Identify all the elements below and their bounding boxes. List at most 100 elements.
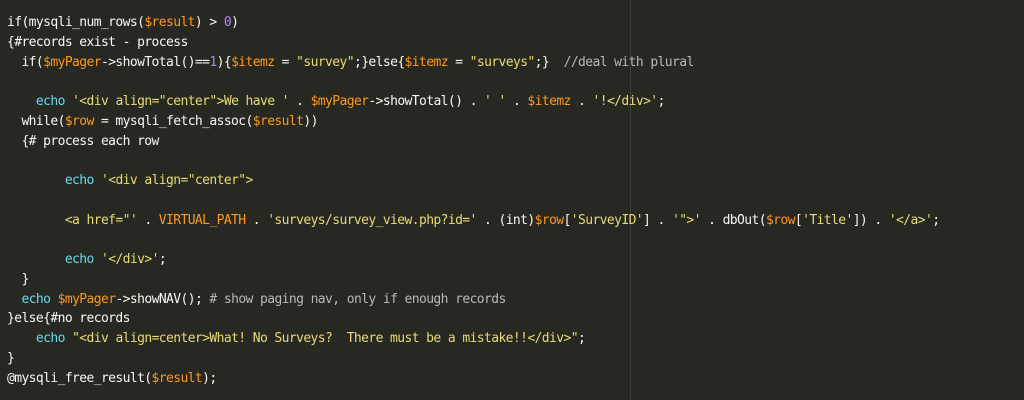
string-token: '</div>' bbox=[100, 252, 159, 267]
code-text: ->showTotal()== bbox=[100, 54, 210, 70]
code-line: echo $myPager->showNAV(); # show paging … bbox=[7, 290, 939, 310]
string-token: '!</div>' bbox=[592, 94, 658, 109]
variable-token: $row bbox=[765, 212, 796, 228]
string-token: "<div align=center>What! No Surveys? The… bbox=[72, 331, 578, 346]
string-token: '<div align="center">We have ' bbox=[72, 94, 289, 109]
code-text: . bbox=[570, 94, 593, 109]
code-content[interactable]: if(mysqli_num_rows($result) > 0) {#record… bbox=[7, 13, 940, 389]
keyword-token: echo bbox=[35, 331, 66, 346]
code-text: . bbox=[137, 212, 159, 228]
code-line: } bbox=[7, 270, 939, 290]
number-token: 1 bbox=[209, 54, 217, 70]
code-text: if( bbox=[7, 54, 44, 70]
string-token: 'Title' bbox=[802, 212, 853, 228]
code-text: ] . bbox=[643, 212, 672, 228]
variable-token: $itemz bbox=[527, 94, 571, 109]
code-text: = mysqli_fetch_assoc( bbox=[93, 113, 253, 129]
code-line: echo '</div>'; bbox=[7, 250, 939, 270]
code-line: <a href="' . VIRTUAL_PATH . 'surveys/sur… bbox=[7, 211, 940, 231]
code-text: ;} bbox=[534, 54, 564, 70]
variable-token: $myPager bbox=[43, 54, 101, 70]
code-text: ) bbox=[231, 15, 239, 30]
string-token: "survey" bbox=[296, 54, 354, 70]
variable-token: $result bbox=[144, 15, 195, 30]
code-text: . bbox=[288, 94, 311, 109]
code-line: echo '<div align="center">We have ' . $m… bbox=[7, 92, 939, 112]
string-token: ' ' bbox=[484, 94, 506, 109]
code-line: echo "<div align=center>What! No Surveys… bbox=[7, 329, 939, 349]
string-token: '</a>' bbox=[888, 212, 933, 228]
variable-token: $itemz bbox=[404, 54, 449, 70]
code-text: ->showTotal() . bbox=[368, 94, 485, 109]
keyword-token: echo bbox=[64, 173, 95, 188]
variable-token: $myPager bbox=[310, 94, 369, 109]
string-token: 'surveys/survey_view.php?id=' bbox=[267, 212, 477, 228]
code-line: {#records exist - process bbox=[7, 33, 939, 53]
code-text: ){ bbox=[216, 54, 232, 70]
variable-token: $row bbox=[64, 113, 95, 129]
code-text: = bbox=[447, 54, 470, 70]
code-text: if(mysqli_num_rows( bbox=[7, 15, 145, 30]
code-text: ; bbox=[577, 331, 586, 346]
string-token: "surveys" bbox=[469, 54, 536, 70]
comment-token: # show paging nav, only if enough record… bbox=[209, 291, 506, 307]
code-line: while($row = mysqli_fetch_assoc($result)… bbox=[7, 112, 939, 132]
code-text: ; bbox=[657, 94, 666, 109]
code-line: {# process each row bbox=[7, 132, 939, 152]
code-text: {# process each row bbox=[7, 133, 159, 149]
code-text: = bbox=[274, 54, 297, 70]
code-text: . bbox=[505, 94, 528, 109]
code-text: @mysqli_free_result( bbox=[7, 370, 152, 386]
variable-token: $row bbox=[534, 212, 565, 228]
code-text: ); bbox=[202, 370, 217, 386]
code-text: ;}else{ bbox=[353, 54, 405, 70]
code-line: @mysqli_free_result($result); bbox=[7, 369, 939, 389]
code-text: } bbox=[7, 271, 29, 287]
variable-token: $myPager bbox=[57, 291, 116, 307]
keyword-token: echo bbox=[21, 291, 51, 307]
code-text: ; bbox=[932, 212, 940, 228]
string-token: <a href="' bbox=[7, 212, 138, 228]
code-line: }else{#no records bbox=[7, 309, 939, 329]
variable-token: $itemz bbox=[231, 54, 275, 70]
code-text: } bbox=[7, 350, 15, 366]
code-text: [ bbox=[563, 212, 572, 228]
code-text: ->showNAV(); bbox=[115, 291, 210, 307]
code-text: ]) . bbox=[852, 212, 889, 228]
comment-token: //deal with plural bbox=[563, 54, 695, 70]
string-token: 'SurveyID' bbox=[570, 212, 644, 228]
code-line: echo '<div align="center"> bbox=[7, 171, 939, 191]
number-token: 0 bbox=[223, 15, 232, 30]
keyword-token: echo bbox=[35, 94, 66, 109]
string-token: '<div align="center"> bbox=[100, 173, 253, 188]
code-editor[interactable]: if(mysqli_num_rows($result) > 0) {#record… bbox=[0, 0, 1024, 400]
code-line: if($myPager->showTotal()==1){$itemz = "s… bbox=[7, 53, 939, 73]
code-line: if(mysqli_num_rows($result) > 0) bbox=[7, 13, 939, 33]
code-text: . dbOut( bbox=[700, 212, 766, 228]
code-text: while( bbox=[7, 113, 65, 129]
code-line: } bbox=[7, 349, 939, 369]
code-text: {#records exist - process bbox=[7, 34, 188, 50]
code-text: . bbox=[245, 212, 268, 228]
code-text: ) > bbox=[194, 15, 224, 30]
code-text: }else{#no records bbox=[7, 311, 130, 327]
code-text: )) bbox=[303, 113, 318, 129]
code-text: [ bbox=[794, 212, 803, 228]
code-text: . (int) bbox=[476, 212, 535, 228]
constant-token: VIRTUAL_PATH bbox=[158, 212, 246, 228]
variable-token: $result bbox=[252, 113, 304, 129]
code-text: ; bbox=[158, 252, 167, 267]
